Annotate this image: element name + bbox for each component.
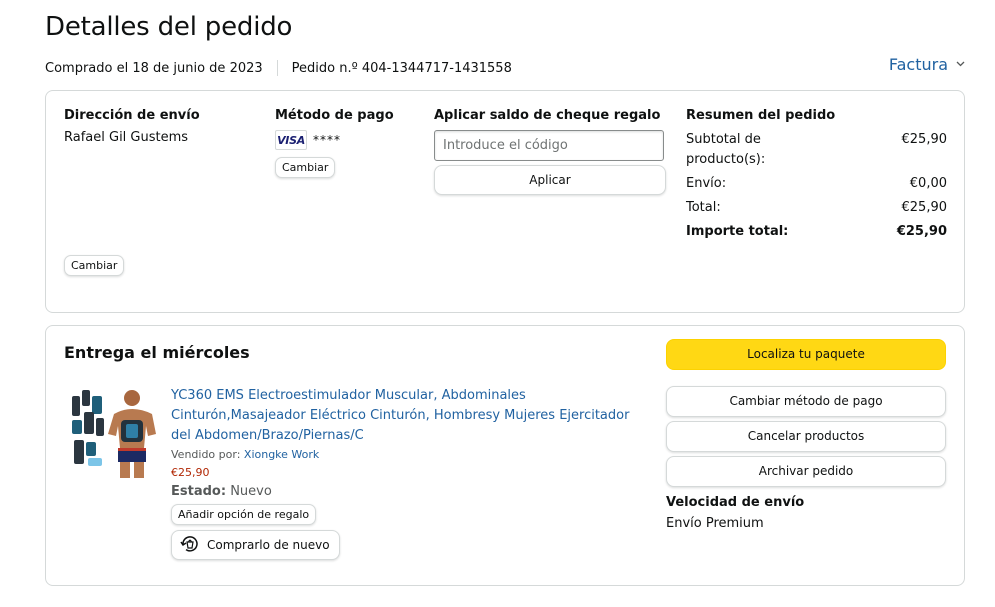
product-title-link[interactable]: YC360 EMS Electroestimulador Muscular, A… [171, 386, 631, 446]
track-package-button[interactable]: Localiza tu paquete [666, 339, 946, 370]
summary-value: €0,00 [909, 176, 947, 191]
rebuy-icon [179, 533, 201, 558]
sold-by-label: Vendido por: [171, 448, 241, 461]
page-title: Detalles del pedido [45, 12, 293, 42]
gift-card-section: Aplicar saldo de cheque regalo Aplicar [434, 108, 666, 195]
summary-row-grand-total: Importe total: €25,90 [686, 222, 947, 242]
order-actions: Localiza tu paquete Cambiar método de pa… [666, 339, 946, 531]
delivery-card: Entrega el miércoles YC360 EMS Electroes… [45, 325, 965, 586]
card-row: VISA **** [275, 130, 415, 150]
summary-value: €25,90 [901, 200, 948, 215]
product-price: €25,90 [171, 466, 210, 479]
summary-row-shipping: Envío: €0,00 [686, 174, 947, 194]
order-info-card: Dirección de envío Rafael Gil Gustems Mé… [45, 90, 965, 313]
gift-card-heading: Aplicar saldo de cheque regalo [434, 108, 661, 123]
summary-label: Envío: [686, 176, 727, 191]
invoice-dropdown[interactable]: Factura [889, 55, 965, 74]
order-meta: Comprado el 18 de junio de 2023 Pedido n… [45, 60, 512, 76]
buy-again-label: Comprarlo de nuevo [207, 538, 330, 552]
order-number: Pedido n.º 404-1344717-1431558 [291, 60, 512, 76]
change-address-button[interactable]: Cambiar [64, 255, 125, 276]
add-gift-option-button[interactable]: Añadir opción de regalo [171, 504, 317, 525]
change-payment-method-button[interactable]: Cambiar método de pago [666, 386, 946, 417]
gift-code-input[interactable] [434, 130, 664, 161]
visa-card-icon: VISA [275, 130, 307, 150]
change-payment-button[interactable]: Cambiar [275, 157, 336, 178]
product-info: YC360 EMS Electroestimulador Muscular, A… [171, 386, 631, 560]
gift-option-wrap: Añadir opción de regalo [171, 503, 631, 525]
product-thumbnail[interactable] [68, 386, 160, 478]
summary-heading: Resumen del pedido [686, 108, 836, 123]
shipping-name: Rafael Gil Gustems [64, 130, 189, 145]
purchase-date: Comprado el 18 de junio de 2023 [45, 60, 263, 76]
divider [276, 60, 278, 76]
buy-again-button[interactable]: Comprarlo de nuevo [171, 530, 340, 560]
status-value: Nuevo [230, 484, 272, 499]
grand-total-value: €25,90 [896, 224, 947, 239]
sold-by: Vendido por: Xiongke Work [171, 448, 631, 461]
archive-order-button[interactable]: Archivar pedido [666, 456, 946, 487]
seller-link[interactable]: Xiongke Work [244, 448, 319, 461]
summary-label: Subtotal de producto(s): [686, 132, 766, 167]
delivery-heading: Entrega el miércoles [64, 343, 250, 362]
summary-label: Total: [686, 200, 721, 215]
payment-method-section: Método de pago VISA **** Cambiar [275, 108, 415, 178]
payment-heading: Método de pago [275, 108, 394, 123]
status-label: Estado: [171, 484, 227, 499]
product-status: Estado: Nuevo [171, 484, 631, 499]
summary-row-subtotal: Subtotal de producto(s): €25,90 [686, 130, 947, 170]
summary-row-total: Total: €25,90 [686, 198, 947, 218]
apply-gift-button[interactable]: Aplicar [434, 165, 666, 195]
shipping-speed-value: Envío Premium [666, 516, 764, 531]
order-summary-section: Resumen del pedido Subtotal de producto(… [686, 108, 947, 246]
shipping-speed-heading: Velocidad de envío [666, 495, 805, 510]
chevron-down-icon [956, 59, 965, 70]
shipping-heading: Dirección de envío [64, 108, 200, 123]
cancel-items-button[interactable]: Cancelar productos [666, 421, 946, 452]
grand-total-label: Importe total: [686, 224, 789, 239]
card-mask: **** [313, 133, 341, 147]
invoice-label: Factura [888, 55, 948, 74]
summary-value: €25,90 [901, 132, 948, 147]
shipping-address-section: Dirección de envío Rafael Gil Gustems [64, 108, 254, 145]
